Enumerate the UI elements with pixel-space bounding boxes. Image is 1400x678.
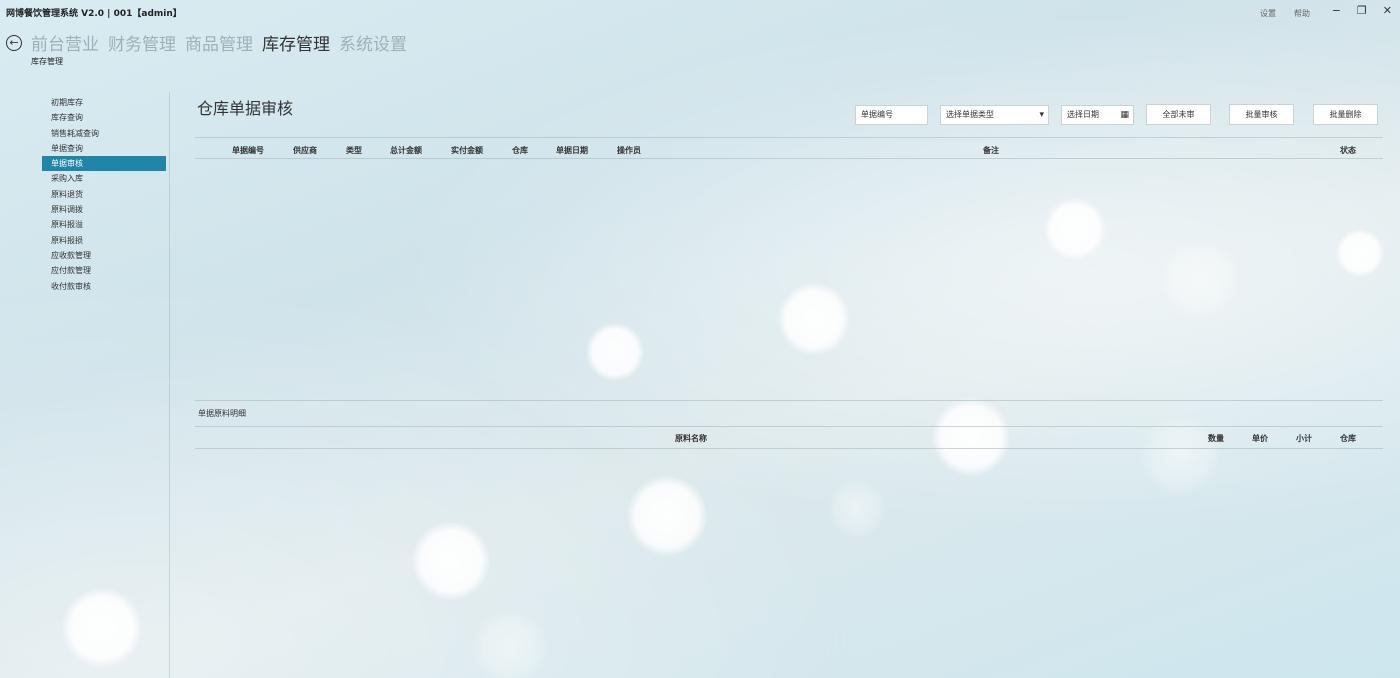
- col-type[interactable]: 类型: [346, 145, 362, 156]
- sidebar-item-sales-consumption[interactable]: 销售耗减查询: [42, 126, 166, 141]
- date-picker[interactable]: 选择日期 ▦: [1061, 104, 1134, 125]
- nav-products[interactable]: 商品管理: [185, 30, 253, 55]
- window-links: 设置 帮助: [1260, 8, 1310, 19]
- doc-number-input[interactable]: 单据编号: [855, 104, 928, 125]
- chevron-down-icon: ▾: [1039, 109, 1044, 120]
- col-subtotal[interactable]: 小计: [1296, 433, 1312, 444]
- breadcrumb: 库存管理: [31, 57, 63, 66]
- sidebar-item-payment-review[interactable]: 收付款审核: [42, 279, 166, 294]
- sidebar-item-initial-stock[interactable]: 初期库存: [42, 95, 166, 110]
- sidebar-item-doc-review[interactable]: 单据审核: [42, 156, 166, 172]
- detail-section-border: [195, 400, 1383, 401]
- doc-table-header-border: [195, 158, 1383, 159]
- col-total-amount[interactable]: 总计金额: [390, 145, 422, 156]
- col-quantity[interactable]: 数量: [1208, 433, 1224, 444]
- sidebar-item-payables[interactable]: 应付款管理: [42, 263, 166, 278]
- col-warehouse[interactable]: 仓库: [512, 145, 528, 156]
- doc-table-top-border: [195, 137, 1383, 138]
- filter-bar: 单据编号 选择单据类型 ▾ 选择日期 ▦ 全部未审 批量审核 批量删除: [855, 104, 1378, 125]
- page-title: 仓库单据审核: [197, 99, 294, 118]
- top-nav: 前台营业 财务管理 商品管理 库存管理 系统设置: [31, 30, 407, 55]
- sidebar-item-receivables[interactable]: 应收款管理: [42, 248, 166, 263]
- calendar-icon: ▦: [1120, 109, 1129, 120]
- batch-approve-button[interactable]: 批量审核: [1229, 104, 1294, 125]
- sidebar-item-material-overflow[interactable]: 原料报溢: [42, 217, 166, 232]
- sidebar-item-material-loss[interactable]: 原料报损: [42, 233, 166, 248]
- close-icon[interactable]: ✕: [1383, 4, 1392, 17]
- doc-type-select[interactable]: 选择单据类型 ▾: [940, 104, 1049, 125]
- detail-table-top-border: [195, 426, 1383, 427]
- date-placeholder: 选择日期: [1067, 109, 1099, 119]
- sidebar-item-stock-query[interactable]: 库存查询: [42, 110, 166, 125]
- nav-inventory[interactable]: 库存管理: [262, 30, 330, 55]
- col-operator[interactable]: 操作员: [617, 145, 641, 156]
- window-controls: − ❐ ✕: [1332, 4, 1392, 17]
- col-doc-date[interactable]: 单据日期: [556, 145, 588, 156]
- all-unapproved-button[interactable]: 全部未审: [1146, 104, 1211, 125]
- col-paid-amount[interactable]: 实付金额: [451, 145, 483, 156]
- nav-front-business[interactable]: 前台营业: [31, 30, 99, 55]
- settings-link[interactable]: 设置: [1260, 8, 1276, 19]
- col-unit-price[interactable]: 单价: [1252, 433, 1268, 444]
- sidebar-item-purchase-in[interactable]: 采购入库: [42, 171, 166, 186]
- sidebar: 初期库存 库存查询 销售耗减查询 单据查询 单据审核 采购入库 原料退货 原料调…: [42, 95, 166, 294]
- col-detail-warehouse[interactable]: 仓库: [1340, 433, 1356, 444]
- col-material-name[interactable]: 原料名称: [675, 433, 707, 444]
- detail-section-label: 单据原料明细: [198, 409, 246, 418]
- sidebar-divider: [169, 92, 170, 678]
- restore-icon[interactable]: ❐: [1357, 4, 1367, 17]
- nav-finance[interactable]: 财务管理: [108, 30, 176, 55]
- nav-system-settings[interactable]: 系统设置: [339, 30, 407, 55]
- help-link[interactable]: 帮助: [1294, 8, 1310, 19]
- sidebar-item-material-transfer[interactable]: 原料调拨: [42, 202, 166, 217]
- app-title: 网博餐饮管理系统 V2.0 | 001【admin】: [6, 9, 182, 19]
- col-supplier[interactable]: 供应商: [293, 145, 317, 156]
- minimize-icon[interactable]: −: [1332, 4, 1341, 17]
- col-status[interactable]: 状态: [1340, 145, 1356, 156]
- batch-delete-button[interactable]: 批量删除: [1313, 104, 1378, 125]
- col-remarks[interactable]: 备注: [983, 145, 999, 156]
- sidebar-item-material-return[interactable]: 原料退货: [42, 187, 166, 202]
- back-arrow-icon[interactable]: ←: [6, 35, 22, 51]
- sidebar-item-doc-query[interactable]: 单据查询: [42, 141, 166, 156]
- doc-type-placeholder: 选择单据类型: [946, 109, 994, 119]
- detail-table-header-border: [195, 448, 1383, 449]
- col-doc-number[interactable]: 单据编号: [232, 145, 264, 156]
